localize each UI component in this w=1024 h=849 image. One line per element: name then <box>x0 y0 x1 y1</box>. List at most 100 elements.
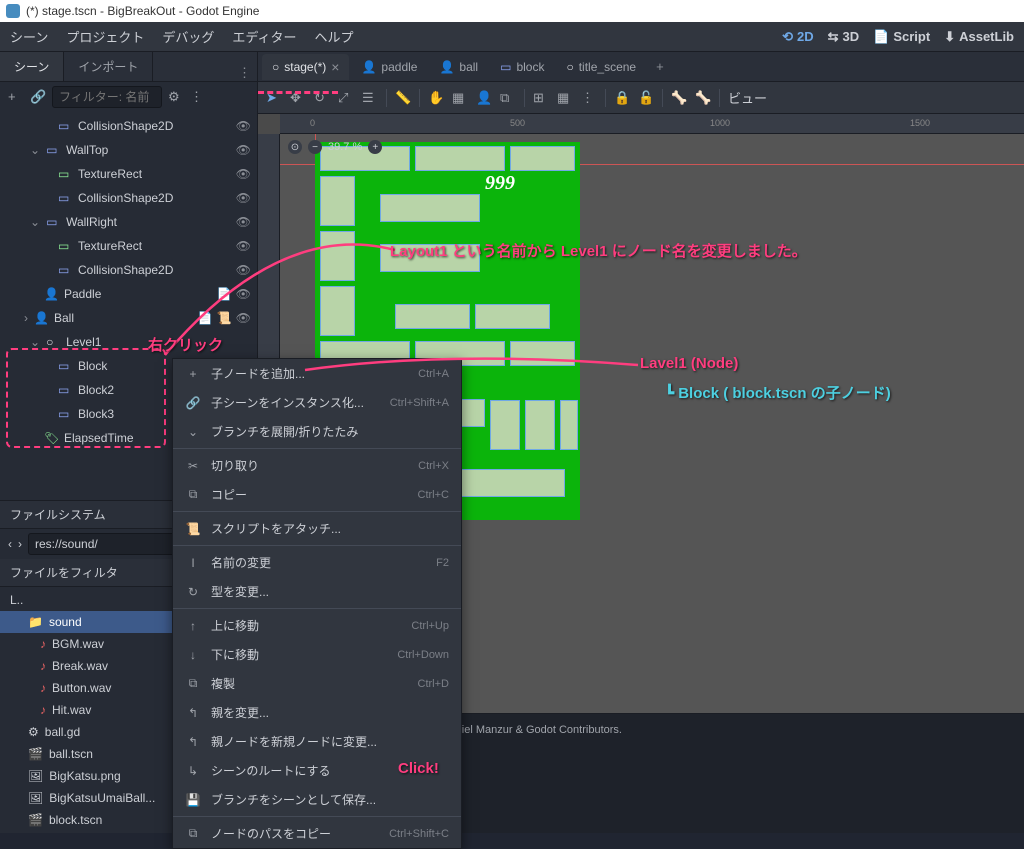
menu-attach-script[interactable]: 📜スクリプトをアタッチ... <box>173 514 461 543</box>
menu-scene[interactable]: シーン <box>10 27 48 46</box>
snap-options-icon[interactable]: ▦ <box>452 90 468 106</box>
unlock-icon[interactable]: 🔓 <box>638 90 654 106</box>
menu-make-root[interactable]: ↳シーンのルートにする <box>173 756 461 785</box>
block[interactable] <box>475 304 550 329</box>
add-node-icon[interactable]: + <box>8 89 24 105</box>
block[interactable] <box>510 341 575 366</box>
visibility-icon[interactable]: 👁 <box>236 287 251 301</box>
tab-import[interactable]: インポート <box>64 52 153 81</box>
visibility-icon[interactable]: 👁 <box>236 119 251 133</box>
menu-project[interactable]: プロジェクト <box>66 27 144 46</box>
menu-debug[interactable]: デバッグ <box>162 27 214 46</box>
scene-file-icon: 🎬 <box>28 813 43 827</box>
workspace-script[interactable]: 📄 Script <box>873 29 930 45</box>
visibility-icon[interactable]: 👁 <box>236 239 251 253</box>
scale-tool-icon[interactable]: ⤢ <box>338 90 354 106</box>
block[interactable] <box>320 286 355 336</box>
scene-link-icon[interactable]: 📄 <box>217 287 232 301</box>
dock-options-icon[interactable]: ⋮ <box>238 65 257 81</box>
scene-tab-block[interactable]: ▭block <box>490 55 554 79</box>
block[interactable] <box>380 194 480 222</box>
menu-editor[interactable]: エディター <box>232 27 296 46</box>
duplicate-icon: ⧉ <box>185 676 201 691</box>
nav-back-icon[interactable]: ‹ <box>8 537 12 551</box>
visibility-icon[interactable]: 👁 <box>236 215 251 229</box>
visibility-icon[interactable]: 👁 <box>236 191 251 205</box>
tab-scene[interactable]: シーン <box>0 52 64 81</box>
menu-duplicate[interactable]: ⧉複製Ctrl+D <box>173 669 461 698</box>
zoom-reset-icon[interactable]: ⊙ <box>288 140 302 154</box>
scene-tab-paddle[interactable]: 👤paddle <box>351 55 427 79</box>
menu-reparent-new[interactable]: ↰親ノードを新規ノードに変更... <box>173 727 461 756</box>
move-tool-icon[interactable]: ✥ <box>290 90 306 106</box>
block[interactable] <box>445 469 565 497</box>
grid-icon[interactable]: ▦ <box>557 90 573 106</box>
block[interactable] <box>320 176 355 226</box>
zoom-control: ⊙ − 39.7 % + <box>288 140 382 154</box>
nav-fwd-icon[interactable]: › <box>18 537 22 551</box>
workspace-2d[interactable]: ⟲ 2D <box>782 29 814 45</box>
visibility-icon[interactable]: 👁 <box>236 263 251 277</box>
ruler-tool-icon[interactable]: 📏 <box>395 90 411 106</box>
snap-icon[interactable]: ⊞ <box>533 90 549 106</box>
visibility-icon[interactable]: 👁 <box>236 167 251 181</box>
scene-tab-title[interactable]: ○title_scene <box>556 55 646 79</box>
workspace-3d[interactable]: ⇆ 3D <box>828 29 860 45</box>
menu-move-down[interactable]: ↓下に移動Ctrl+Down <box>173 640 461 669</box>
audio-icon: ♪ <box>40 703 46 717</box>
visibility-icon[interactable]: 👁 <box>236 311 251 325</box>
bone2-icon[interactable]: 🦴 <box>695 90 711 106</box>
block[interactable] <box>380 244 480 272</box>
open-scene-tabs: ○stage(*)× 👤paddle 👤ball ▭block ○title_s… <box>258 52 1024 82</box>
menu-copy-path[interactable]: ⧉ノードのパスをコピーCtrl+Shift+C <box>173 819 461 848</box>
menu-copy[interactable]: ⧉コピーCtrl+C <box>173 480 461 509</box>
tree-more-icon[interactable]: ⋮ <box>190 89 206 105</box>
block[interactable] <box>490 400 520 450</box>
rotate-tool-icon[interactable]: ↻ <box>314 90 330 106</box>
add-scene-tab-icon[interactable]: + <box>648 59 672 74</box>
scene-link-icon[interactable]: 📄 <box>198 311 213 325</box>
copy-path-icon: ⧉ <box>185 826 201 841</box>
select-tool-icon[interactable]: ➤ <box>266 90 282 106</box>
audio-icon: ♪ <box>40 637 46 651</box>
lock-icon[interactable]: 👤 <box>476 90 492 106</box>
scene-filter-input[interactable] <box>52 86 162 108</box>
audio-icon: ♪ <box>40 659 46 673</box>
menu-add-child[interactable]: +子ノードを追加...Ctrl+A <box>173 359 461 388</box>
menu-move-up[interactable]: ↑上に移動Ctrl+Up <box>173 611 461 640</box>
block[interactable] <box>510 146 575 171</box>
zoom-out-icon[interactable]: − <box>308 140 322 154</box>
group-icon[interactable]: ⧉ <box>500 90 516 106</box>
scene-tab-stage[interactable]: ○stage(*)× <box>262 54 349 80</box>
block[interactable] <box>395 304 470 329</box>
pan-tool-icon[interactable]: ✋ <box>428 90 444 106</box>
bone-icon[interactable]: 🦴 <box>671 90 687 106</box>
link-icon[interactable]: 🔗 <box>30 89 46 105</box>
menu-expand-branch[interactable]: ⌄ブランチを展開/折りたたみ <box>173 417 461 446</box>
menu-instance-child[interactable]: 🔗子シーンをインスタンス化...Ctrl+Shift+A <box>173 388 461 417</box>
visibility-icon[interactable]: 👁 <box>236 143 251 157</box>
view-button[interactable]: ビュー <box>728 88 767 107</box>
block[interactable] <box>560 400 578 450</box>
menu-reparent[interactable]: ↰親を変更... <box>173 698 461 727</box>
menu-help[interactable]: ヘルプ <box>314 27 353 46</box>
block[interactable] <box>525 400 555 450</box>
workspace-assetlib[interactable]: ⬇ AssetLib <box>944 29 1014 45</box>
menu-save-branch[interactable]: 💾ブランチをシーンとして保存... <box>173 785 461 814</box>
list-tool-icon[interactable]: ☰ <box>362 90 378 106</box>
folder-icon: 📁 <box>28 615 43 629</box>
script-icon: 📜 <box>185 522 201 536</box>
block[interactable] <box>415 146 505 171</box>
menu-change-type[interactable]: ↻型を変更... <box>173 577 461 606</box>
zoom-in-icon[interactable]: + <box>368 140 382 154</box>
lock-selected-icon[interactable]: 🔒 <box>614 90 630 106</box>
filter-options-icon[interactable]: ⚙ <box>168 89 184 105</box>
menu-rename[interactable]: I名前の変更F2 <box>173 548 461 577</box>
block[interactable] <box>320 231 355 281</box>
menu-cut[interactable]: ✂切り取りCtrl+X <box>173 451 461 480</box>
image-file-icon: 🖼 <box>28 791 43 805</box>
more-icon[interactable]: ⋮ <box>581 90 597 106</box>
script-icon[interactable]: 📜 <box>217 311 232 325</box>
close-tab-icon[interactable]: × <box>331 59 339 75</box>
scene-tab-ball[interactable]: 👤ball <box>429 55 488 79</box>
